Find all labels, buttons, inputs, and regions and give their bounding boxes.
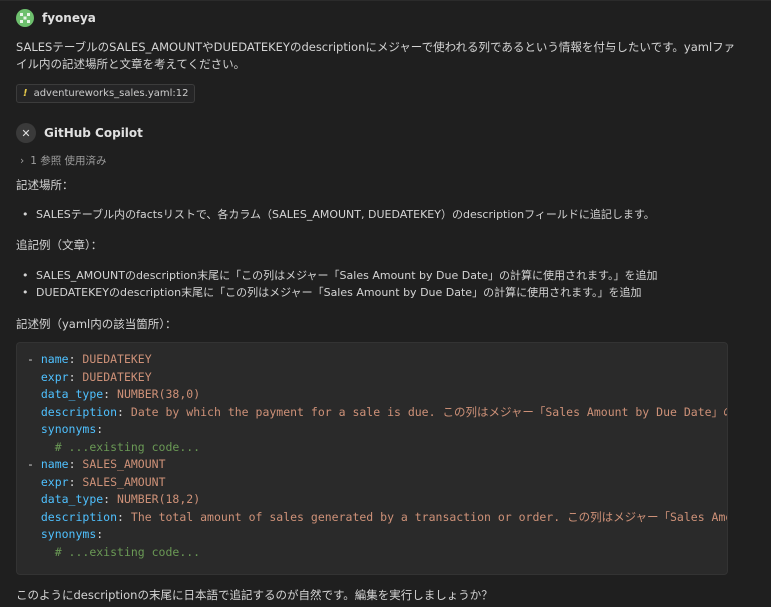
code-line: expr: SALES_AMOUNT [40, 474, 166, 489]
user-message: SALESテーブルのSALES_AMOUNTやDUEDATEKEYのdescri… [16, 40, 736, 71]
user-avatar [16, 9, 34, 27]
file-reference-label: adventureworks_sales.yaml:12 [33, 88, 189, 99]
references-toggle[interactable]: › 1 参照 使用済み [20, 153, 107, 168]
code-line: data_type: NUMBER(18,2) [40, 492, 201, 506]
copilot-icon: ✕ [21, 126, 31, 140]
code-line: description: Date by which the payment f… [40, 404, 728, 419]
assistant-name: GitHub Copilot [44, 126, 143, 140]
code-line: description: The total amount of sales g… [40, 509, 728, 524]
chevron-right-icon: › [20, 154, 25, 167]
section-heading-example: 追記例（文章）： [16, 238, 103, 252]
code-line: - name: DUEDATEKEY [27, 352, 152, 366]
code-block[interactable]: - name: DUEDATEKEY expr: DUEDATEKEY data… [16, 342, 728, 575]
file-reference-chip[interactable]: ! adventureworks_sales.yaml:12 [16, 84, 196, 103]
code-line: expr: DUEDATEKEY [40, 369, 152, 384]
list-item: SALES_AMOUNTのdescription末尾に「この列はメジャー「Sal… [20, 267, 657, 284]
section-heading-location: 記述場所： [16, 178, 74, 192]
chat-panel: fyoneya SALESテーブルのSALES_AMOUNTやDUEDATEKE… [0, 0, 771, 607]
code-line: - name: SALES_AMOUNT [27, 457, 166, 471]
code-line: synonyms: [40, 527, 104, 541]
code-line: data_type: NUMBER(38,0) [40, 387, 201, 401]
example-bullet-list: SALES_AMOUNTのdescription末尾に「この列はメジャー「Sal… [20, 267, 657, 301]
list-item: DUEDATEKEYのdescription末尾に「この列はメジャー「Sales… [20, 284, 657, 301]
location-bullet-list: SALESテーブル内のfactsリストで、各カラム（SALES_AMOUNT, … [20, 206, 655, 223]
code-line: # ...existing code... [54, 544, 201, 559]
identicon-icon [20, 13, 30, 23]
code-line: synonyms: [40, 422, 104, 436]
section-heading-yaml: 記述例（yaml内の該当箇所）： [16, 317, 177, 331]
yaml-file-icon: ! [23, 88, 28, 99]
user-header: fyoneya [16, 9, 96, 27]
closing-message: このようにdescriptionの末尾に日本語で追記するのが自然です。編集を実行… [16, 588, 493, 602]
assistant-header: ✕ GitHub Copilot [16, 123, 143, 143]
list-item: SALESテーブル内のfactsリストで、各カラム（SALES_AMOUNT, … [20, 206, 655, 223]
references-label: 1 参照 使用済み [30, 155, 107, 167]
user-name: fyoneya [42, 11, 96, 25]
code-line: # ...existing code... [54, 439, 201, 454]
copilot-avatar: ✕ [16, 123, 36, 143]
